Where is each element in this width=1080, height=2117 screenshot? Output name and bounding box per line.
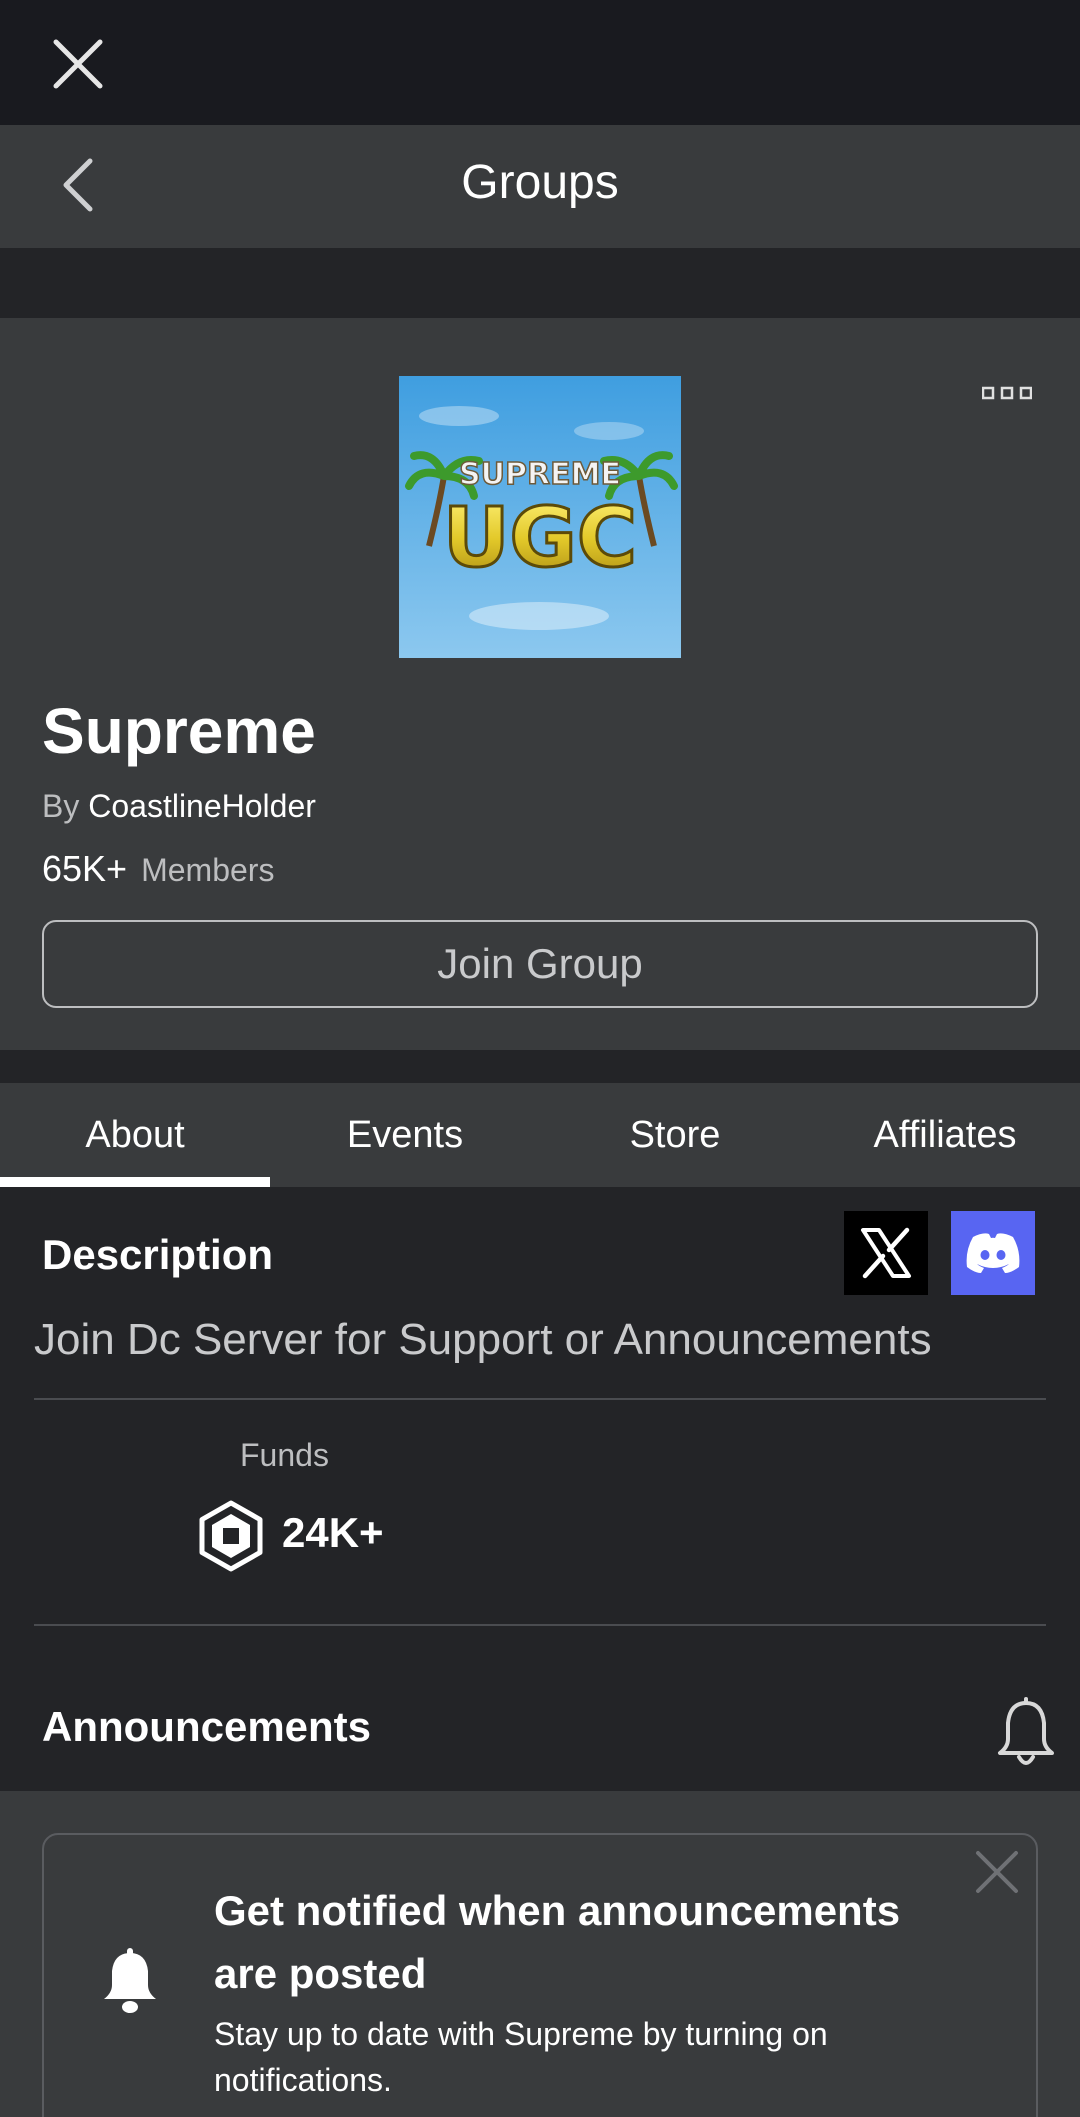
svg-text:SUPREME: SUPREME — [459, 457, 621, 492]
by-prefix: By — [42, 788, 80, 824]
close-icon[interactable] — [974, 1849, 1020, 1895]
svg-text:UGC: UGC — [443, 491, 637, 586]
spacer — [0, 248, 1080, 318]
discord-logo — [966, 1233, 1020, 1273]
about-section: Description Join Dc Server for Support o… — [0, 1187, 1080, 1791]
group-image: SUPREME UGC — [399, 376, 681, 658]
tab-bar: About Events Store Affiliates — [0, 1083, 1080, 1187]
members-value: 65K+ — [42, 848, 128, 889]
x-logo — [861, 1227, 911, 1279]
members-count: 65K+ Members — [42, 848, 274, 890]
robux-icon — [199, 1500, 263, 1572]
join-group-button[interactable]: Join Group — [42, 920, 1038, 1008]
funds-value: 24K+ — [282, 1509, 384, 1556]
announcements-heading: Announcements — [42, 1703, 372, 1750]
divider — [34, 1624, 1046, 1626]
description-text: Join Dc Server for Support or Announceme… — [34, 1315, 932, 1364]
more-options-icon[interactable] — [982, 386, 1032, 400]
notification-prompt-card: Get notified when announcements are post… — [42, 1833, 1038, 2117]
top-bar — [0, 0, 1080, 125]
group-name: Supreme — [42, 695, 316, 767]
discord-icon[interactable] — [951, 1211, 1035, 1295]
funds-label: Funds — [240, 1437, 329, 1473]
group-owner-line: By CoastlineHolder — [42, 788, 316, 825]
tab-about[interactable]: About — [0, 1083, 270, 1187]
group-header: SUPREME UGC Supreme By CoastlineHolder 6… — [0, 318, 1080, 1050]
members-label: Members — [141, 852, 275, 888]
notification-body: Stay up to date with Supreme by turning … — [214, 2016, 828, 2098]
notification-title: Get notified when announcements are post… — [214, 1887, 901, 1997]
tab-events[interactable]: Events — [270, 1083, 540, 1187]
announcements-panel: Get notified when announcements are post… — [0, 1791, 1080, 2117]
bell-outline-icon[interactable] — [996, 1697, 1056, 1771]
close-icon[interactable] — [50, 36, 106, 92]
bell-icon — [104, 1948, 156, 2013]
description-heading: Description — [42, 1231, 274, 1278]
tab-affiliates[interactable]: Affiliates — [810, 1083, 1080, 1187]
page-title: Groups — [461, 156, 619, 209]
x-icon[interactable] — [844, 1211, 928, 1295]
divider — [34, 1398, 1046, 1400]
tab-store[interactable]: Store — [540, 1083, 810, 1187]
nav-bar: Groups — [0, 125, 1080, 248]
owner-link[interactable]: CoastlineHolder — [88, 788, 316, 824]
